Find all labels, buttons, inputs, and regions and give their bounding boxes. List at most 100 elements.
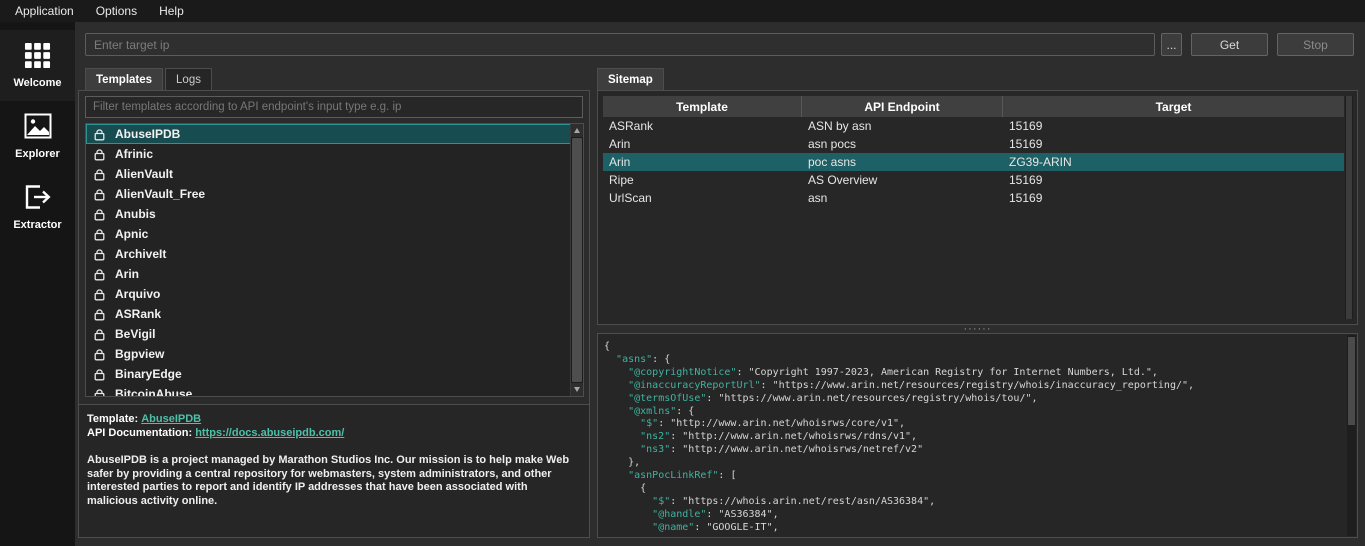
tab-sitemap[interactable]: Sitemap (597, 68, 664, 90)
template-name: AbuseIPDB (115, 127, 181, 141)
image-icon (24, 112, 52, 140)
export-icon (24, 183, 52, 211)
api-doc-link[interactable]: https://docs.abuseipdb.com/ (195, 427, 344, 439)
template-link[interactable]: AbuseIPDB (141, 413, 201, 425)
stop-button[interactable]: Stop (1277, 33, 1354, 56)
tab-templates[interactable]: Templates (85, 68, 164, 90)
menu-application[interactable]: Application (4, 1, 85, 21)
template-filter-input[interactable] (85, 96, 583, 118)
scrollbar-thumb[interactable] (1346, 96, 1352, 319)
table-row[interactable]: ASRank ASN by asn 15169 (603, 117, 1344, 135)
lock-icon (94, 188, 105, 201)
lock-icon (94, 328, 105, 341)
grid-icon (24, 41, 51, 69)
column-header-template[interactable]: Template (603, 96, 802, 117)
template-name: Apnic (115, 227, 149, 241)
template-list-item[interactable]: AlienVault_Free (86, 184, 583, 204)
table-cell-endpoint: asn (808, 191, 828, 205)
browse-button[interactable]: ... (1161, 33, 1182, 56)
template-info-line: Template: AbuseIPDB (87, 412, 581, 426)
template-list-item[interactable]: BinaryEdge (86, 364, 583, 384)
menu-options[interactable]: Options (85, 1, 148, 21)
templates-panel: AbuseIPDB Afrinic AlienVault AlienVault_Fre… (78, 90, 590, 538)
sidebar-item-explorer[interactable]: Explorer (0, 101, 75, 172)
tab-logs[interactable]: Logs (165, 68, 212, 90)
template-name: BitcoinAbuse (115, 387, 193, 397)
template-name: ArchiveIt (115, 247, 167, 261)
sitemap-table: Template API Endpoint Target ASRank ASN b… (597, 90, 1358, 325)
template-name: AlienVault (115, 167, 174, 181)
column-header-target[interactable]: Target (1003, 96, 1344, 117)
template-list-item[interactable]: Apnic (86, 224, 583, 244)
template-name: BeVigil (115, 327, 156, 341)
template-list-item[interactable]: ArchiveIt (86, 244, 583, 264)
template-list-item[interactable]: Bgpview (86, 344, 583, 364)
sidebar-item-label: Explorer (15, 148, 60, 160)
sidebar: Welcome Explorer Extractor (0, 22, 75, 546)
scroll-up-icon[interactable] (571, 124, 583, 137)
template-list-item[interactable]: Arquivo (86, 284, 583, 304)
template-name: BinaryEdge (115, 367, 182, 381)
lock-icon (94, 208, 105, 221)
template-list-item[interactable]: AbuseIPDB (86, 124, 583, 144)
table-row[interactable]: Arin poc asns ZG39-ARIN (603, 153, 1344, 171)
table-row[interactable]: Arin asn pocs 15169 (603, 135, 1344, 153)
table-cell-template: Arin (609, 137, 631, 151)
lock-icon (94, 248, 105, 261)
template-list-item[interactable]: Arin (86, 264, 583, 284)
template-list-scrollbar[interactable] (570, 124, 583, 396)
lock-icon (94, 128, 105, 141)
table-cell-target: 15169 (1009, 173, 1043, 187)
api-doc-label: API Documentation: (87, 427, 193, 439)
table-row[interactable]: Ripe AS Overview 15169 (603, 171, 1344, 189)
sidebar-item-label: Welcome (13, 77, 62, 89)
template-name: Bgpview (115, 347, 165, 361)
json-scrollbar[interactable] (1347, 335, 1356, 536)
lock-icon (94, 388, 105, 396)
scrollbar-thumb[interactable] (1348, 337, 1355, 425)
table-scrollbar[interactable] (1345, 96, 1353, 319)
sidebar-item-extractor[interactable]: Extractor (0, 172, 75, 243)
menu-help[interactable]: Help (148, 1, 195, 21)
menubar: Application Options Help (0, 0, 1365, 22)
template-name: Anubis (115, 207, 156, 221)
template-list-item[interactable]: AlienVault (86, 164, 583, 184)
template-label: Template: (87, 413, 139, 425)
lock-icon (94, 228, 105, 241)
table-cell-target: 15169 (1009, 191, 1043, 205)
template-name: ASRank (115, 307, 162, 321)
table-cell-endpoint: asn pocs (808, 137, 857, 151)
table-cell-template: ASRank (609, 119, 654, 133)
table-cell-template: Arin (609, 155, 631, 169)
left-tabbar: Templates Logs (85, 68, 214, 90)
template-list-item[interactable]: Afrinic (86, 144, 583, 164)
template-info-panel: Template: AbuseIPDB API Documentation: h… (79, 404, 589, 537)
sidebar-item-label: Extractor (13, 219, 62, 231)
template-list-item[interactable]: ASRank (86, 304, 583, 324)
get-button[interactable]: Get (1191, 33, 1268, 56)
lock-icon (94, 268, 105, 281)
template-list-item[interactable]: BitcoinAbuse (86, 384, 583, 397)
api-doc-line: API Documentation: https://docs.abuseipd… (87, 426, 581, 440)
column-header-api-endpoint[interactable]: API Endpoint (802, 96, 1003, 117)
table-cell-target: 15169 (1009, 137, 1043, 151)
scroll-down-icon[interactable] (571, 383, 583, 396)
template-name: Arquivo (115, 287, 161, 301)
splitter-handle[interactable] (597, 324, 1358, 333)
table-cell-template: UrlScan (609, 191, 652, 205)
json-viewer[interactable]: { "asns": { "@copyrightNotice": "Copyrig… (597, 333, 1358, 538)
lock-icon (94, 288, 105, 301)
table-body: ASRank ASN by asn 15169 Arin asn pocs 15169 Ar… (603, 117, 1344, 319)
target-input[interactable] (85, 33, 1155, 56)
table-header: Template API Endpoint Target (603, 96, 1344, 117)
table-row[interactable]: UrlScan asn 15169 (603, 189, 1344, 207)
table-cell-target: 15169 (1009, 119, 1043, 133)
template-list: AbuseIPDB Afrinic AlienVault AlienVault_Fre… (85, 123, 584, 397)
lock-icon (94, 348, 105, 361)
table-cell-endpoint: poc asns (808, 155, 857, 169)
template-list-item[interactable]: Anubis (86, 204, 583, 224)
json-content: { "asns": { "@copyrightNotice": "Copyrig… (604, 341, 1195, 533)
sidebar-item-welcome[interactable]: Welcome (0, 30, 75, 101)
scrollbar-thumb[interactable] (572, 138, 582, 382)
template-list-item[interactable]: BeVigil (86, 324, 583, 344)
